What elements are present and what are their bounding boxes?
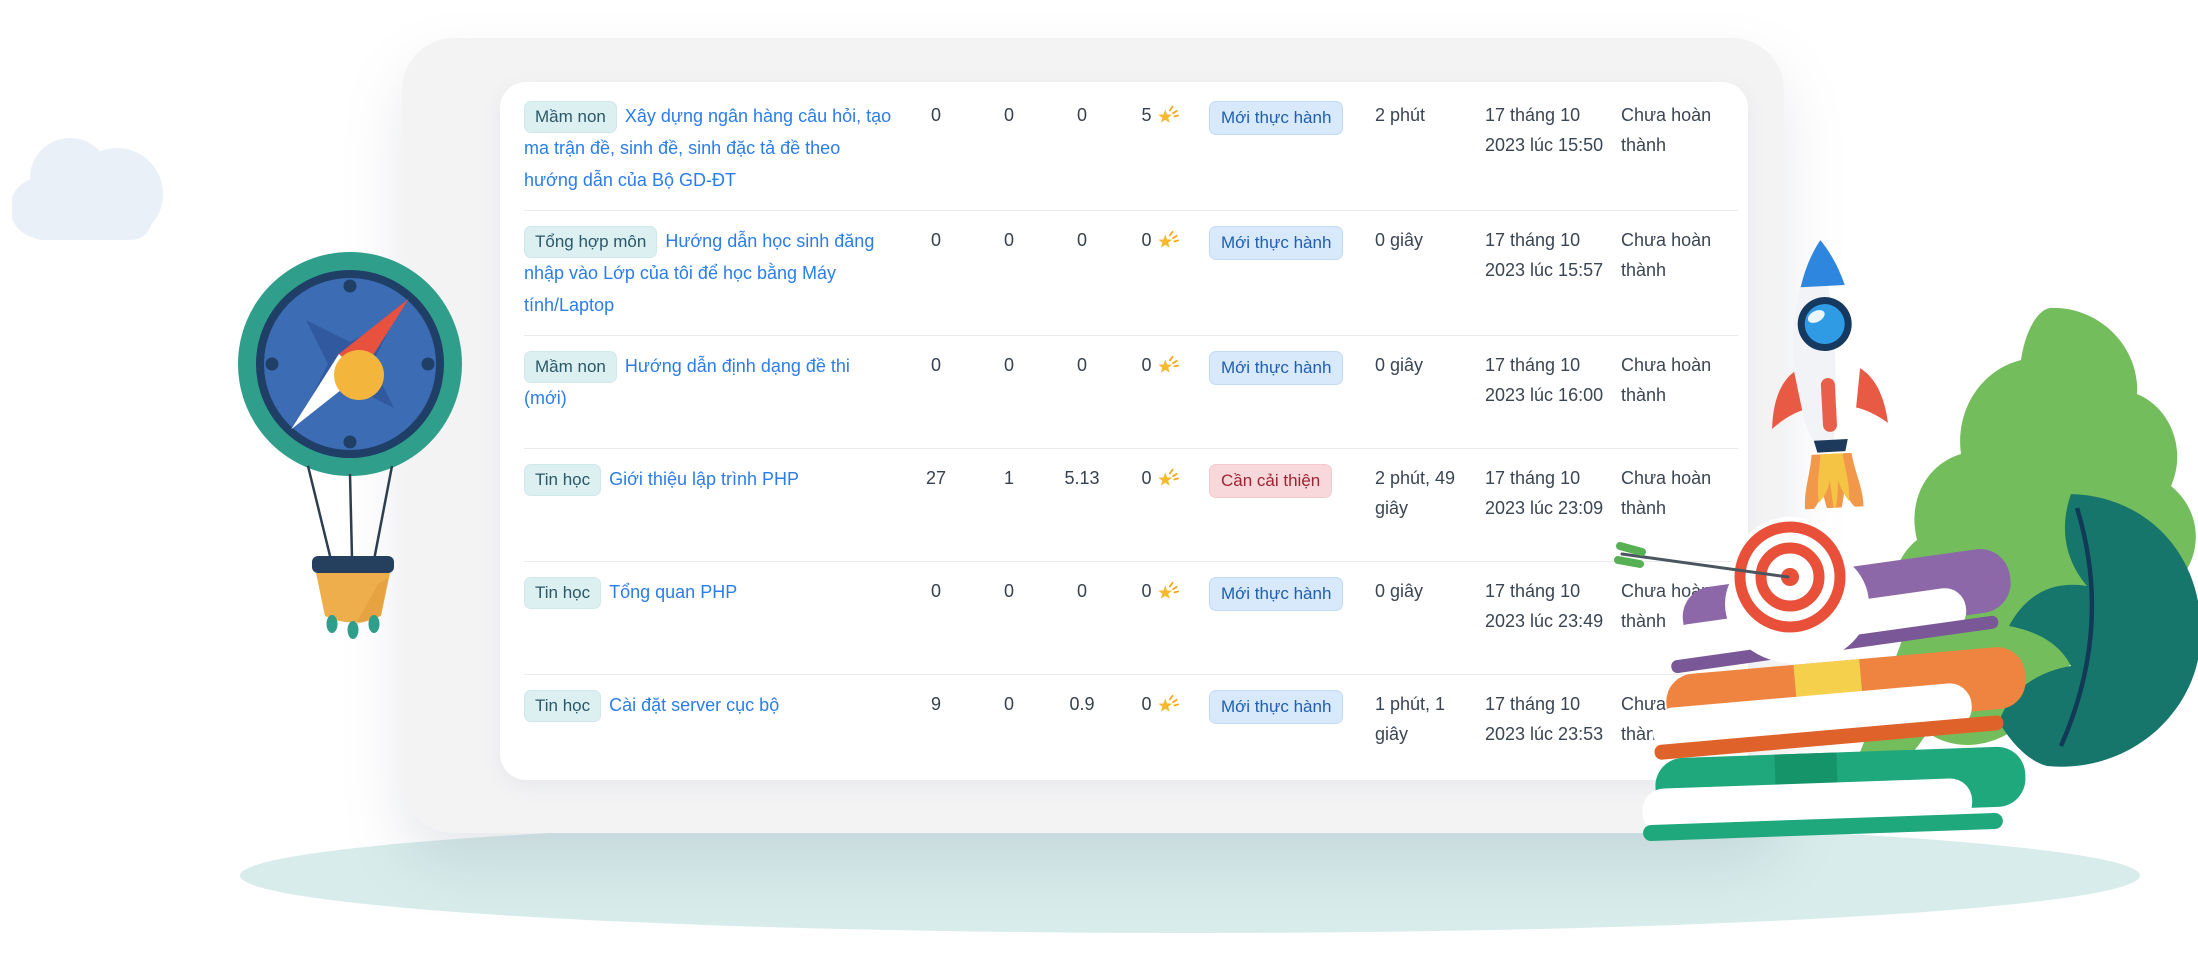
- book-green: [1640, 746, 2027, 841]
- count-cell-2: 0: [973, 690, 1045, 720]
- table-row: Mầm nonHướng dẫn định dạng đề thi (mới) …: [524, 335, 1738, 448]
- reward-cell: 5: [1119, 101, 1201, 131]
- lesson-link[interactable]: Cài đặt server cục bộ: [609, 695, 779, 715]
- count-cell-3: 0: [1053, 101, 1111, 131]
- duration-cell: 0 giây: [1375, 351, 1477, 381]
- lesson-title-cell: Mầm nonXây dựng ngân hàng câu hỏi, tạo m…: [524, 101, 899, 196]
- count-cell-1: 0: [907, 351, 965, 381]
- star-sparkle-icon: [1157, 693, 1179, 715]
- subject-badge: Tổng hợp môn: [524, 226, 657, 258]
- status-cell: Mới thực hành: [1209, 351, 1367, 385]
- completion-cell: Chưa hoàn thành: [1621, 226, 1739, 285]
- reward-cell: 0: [1119, 577, 1201, 607]
- subject-badge: Tin học: [524, 577, 601, 609]
- reward-cell: 0: [1119, 351, 1201, 381]
- date-cell: 17 tháng 10 2023 lúc 15:57: [1485, 226, 1613, 285]
- count-cell-3: 5.13: [1053, 464, 1111, 494]
- table-row: Tin học Giới thiệu lập trình PHP 27 1 5.1…: [524, 448, 1738, 561]
- duration-cell: 0 giây: [1375, 577, 1477, 607]
- lesson-title-cell: Tổng hợp mônHướng dẫn học sinh đăng nhập…: [524, 226, 899, 321]
- reward-value: 0: [1141, 464, 1151, 494]
- count-cell-3: 0.9: [1053, 690, 1111, 720]
- status-cell: Mới thực hành: [1209, 101, 1367, 135]
- date-cell: 17 tháng 10 2023 lúc 16:00: [1485, 351, 1613, 410]
- balloon-strings: [308, 466, 392, 560]
- reward-value: 0: [1141, 351, 1151, 381]
- star-sparkle-icon: [1157, 229, 1179, 251]
- count-cell-3: 0: [1053, 226, 1111, 256]
- rocket-illustration: [1745, 224, 1909, 511]
- count-cell-1: 27: [907, 464, 965, 494]
- completion-cell: Chưa hoàn thành: [1621, 101, 1739, 160]
- lesson-link[interactable]: Tổng quan PHP: [609, 582, 737, 602]
- count-cell-2: 1: [973, 464, 1045, 494]
- date-cell: 17 tháng 10 2023 lúc 23:49: [1485, 577, 1613, 636]
- reward-cell: 0: [1119, 226, 1201, 256]
- status-badge: Mới thực hành: [1209, 351, 1343, 385]
- reward-value: 0: [1141, 226, 1151, 256]
- lesson-title-cell: Tin học Tổng quan PHP: [524, 577, 899, 609]
- results-table-body: Mầm nonXây dựng ngân hàng câu hỏi, tạo m…: [524, 86, 1738, 787]
- status-badge: Mới thực hành: [1209, 690, 1343, 724]
- duration-cell: 2 phút, 49 giây: [1375, 464, 1477, 523]
- reward-cell: 0: [1119, 464, 1201, 494]
- status-cell: Mới thực hành: [1209, 577, 1367, 611]
- table-row: Tin học Tổng quan PHP 0 0 0 0 Mới thực hà…: [524, 561, 1738, 674]
- count-cell-2: 0: [973, 226, 1045, 256]
- subject-badge: Mầm non: [524, 101, 617, 133]
- table-row: Mầm nonXây dựng ngân hàng câu hỏi, tạo m…: [524, 86, 1738, 210]
- subject-badge: Tin học: [524, 464, 601, 496]
- count-cell-1: 9: [907, 690, 965, 720]
- lesson-link[interactable]: Giới thiệu lập trình PHP: [609, 469, 799, 489]
- completion-cell: Chưa hoàn thành: [1621, 351, 1739, 410]
- date-cell: 17 tháng 10 2023 lúc 23:53: [1485, 690, 1613, 749]
- table-row: Tin học Cài đặt server cục bộ 9 0 0.9 0 M…: [524, 674, 1738, 787]
- status-cell: Mới thực hành: [1209, 690, 1367, 724]
- count-cell-1: 0: [907, 577, 965, 607]
- table-row: Tổng hợp mônHướng dẫn học sinh đăng nhập…: [524, 210, 1738, 335]
- star-sparkle-icon: [1157, 467, 1179, 489]
- status-badge: Mới thực hành: [1209, 226, 1343, 260]
- lesson-title-cell: Mầm nonHướng dẫn định dạng đề thi (mới): [524, 351, 899, 415]
- balloon-basket: [312, 556, 394, 639]
- star-sparkle-icon: [1157, 104, 1179, 126]
- status-badge: Mới thực hành: [1209, 101, 1343, 135]
- reward-cell: 0: [1119, 690, 1201, 720]
- count-cell-1: 0: [907, 101, 965, 131]
- dartboard-illustration: [1612, 492, 1872, 677]
- reward-value: 0: [1141, 577, 1151, 607]
- star-sparkle-icon: [1157, 580, 1179, 602]
- results-card: Mầm nonXây dựng ngân hàng câu hỏi, tạo m…: [500, 82, 1748, 780]
- cloud-icon: [12, 126, 192, 251]
- count-cell-2: 0: [973, 351, 1045, 381]
- count-cell-3: 0: [1053, 577, 1111, 607]
- count-cell-2: 0: [973, 101, 1045, 131]
- count-cell-2: 0: [973, 577, 1045, 607]
- reward-value: 0: [1141, 690, 1151, 720]
- star-sparkle-icon: [1157, 354, 1179, 376]
- date-cell: 17 tháng 10 2023 lúc 23:09: [1485, 464, 1613, 523]
- duration-cell: 1 phút, 1 giây: [1375, 690, 1477, 749]
- status-cell: Cần cải thiện: [1209, 464, 1367, 498]
- date-cell: 17 tháng 10 2023 lúc 15:50: [1485, 101, 1613, 160]
- reward-value: 5: [1141, 101, 1151, 131]
- duration-cell: 0 giây: [1375, 226, 1477, 256]
- status-badge: Mới thực hành: [1209, 577, 1343, 611]
- lesson-title-cell: Tin học Cài đặt server cục bộ: [524, 690, 899, 722]
- hot-air-balloon-illustration: [228, 244, 478, 644]
- status-badge: Cần cải thiện: [1209, 464, 1332, 498]
- count-cell-3: 0: [1053, 351, 1111, 381]
- status-cell: Mới thực hành: [1209, 226, 1367, 260]
- compass-icon: [238, 252, 462, 476]
- subject-badge: Mầm non: [524, 351, 617, 383]
- count-cell-1: 0: [907, 226, 965, 256]
- results-table: Mầm nonXây dựng ngân hàng câu hỏi, tạo m…: [500, 82, 1748, 787]
- duration-cell: 2 phút: [1375, 101, 1477, 131]
- subject-badge: Tin học: [524, 690, 601, 722]
- lesson-title-cell: Tin học Giới thiệu lập trình PHP: [524, 464, 899, 496]
